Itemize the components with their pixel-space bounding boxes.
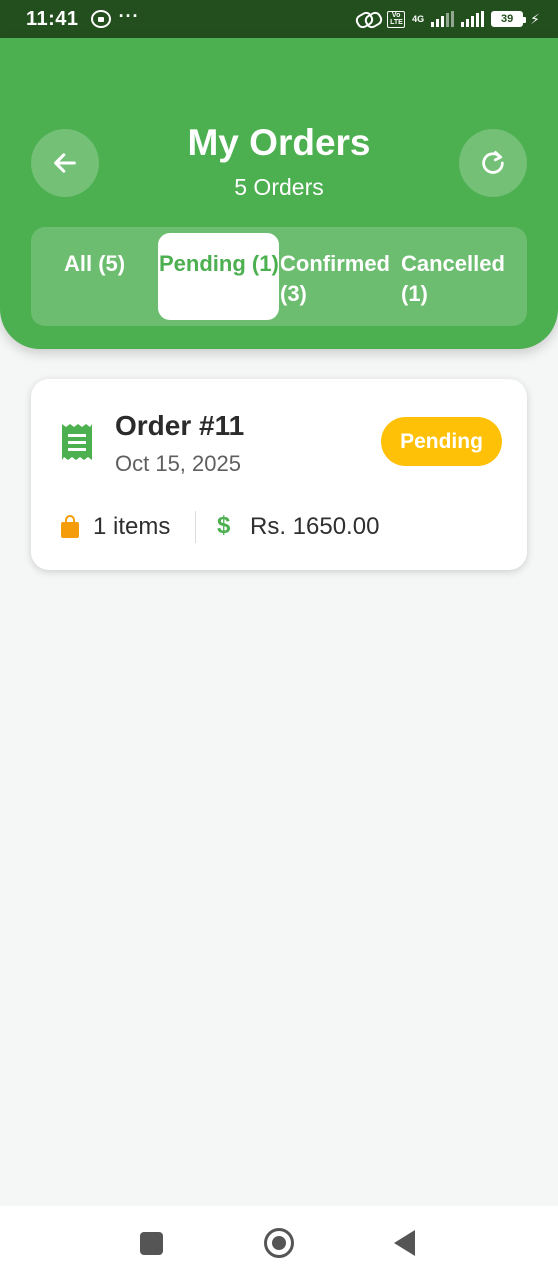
tab-cancelled[interactable]: Cancelled (1) <box>401 233 521 320</box>
network-type-icon: 4G <box>412 13 425 24</box>
charging-icon: ⚡ <box>530 10 540 27</box>
shopping-bag-icon <box>61 515 79 538</box>
divider <box>195 511 196 543</box>
order-number: Order #11 <box>115 410 245 441</box>
tab-pending[interactable]: Pending (1) <box>158 233 279 320</box>
status-bar: 11:41 ··· Vo LTE 4G 39 ⚡ <box>0 0 558 38</box>
dollar-icon: $ <box>217 512 231 539</box>
tab-confirmed[interactable]: Confirmed (3) <box>280 233 400 320</box>
refresh-icon <box>482 151 504 174</box>
status-time: 11:41 <box>26 7 79 30</box>
hotspot-link-icon <box>356 11 380 27</box>
receipt-icon <box>62 424 92 460</box>
tab-all[interactable]: All (5) <box>64 233 154 320</box>
signal-icon-2 <box>461 11 485 27</box>
recent-apps-button[interactable] <box>140 1232 163 1255</box>
home-button[interactable] <box>264 1228 294 1258</box>
refresh-button[interactable] <box>459 129 527 197</box>
status-badge: Pending <box>381 417 502 466</box>
header: My Orders 5 Orders All (5) Pending (1) C… <box>0 38 558 349</box>
more-notifications-icon: ··· <box>118 5 140 26</box>
volte-icon: Vo LTE <box>387 10 406 28</box>
items-count: 1 items <box>93 513 171 540</box>
order-date: Oct 15, 2025 <box>115 451 241 476</box>
order-total: Rs. 1650.00 <box>250 513 380 540</box>
signal-icon <box>431 11 455 27</box>
order-filter-tabs: All (5) Pending (1) Confirmed (3) Cancel… <box>31 227 527 326</box>
order-card[interactable]: Order #11 Oct 15, 2025 Pending 1 items $… <box>31 379 527 570</box>
screen-record-icon <box>90 10 111 28</box>
system-back-button[interactable] <box>394 1230 415 1256</box>
battery-icon: 39 <box>491 11 527 27</box>
system-nav-bar <box>0 1206 558 1280</box>
